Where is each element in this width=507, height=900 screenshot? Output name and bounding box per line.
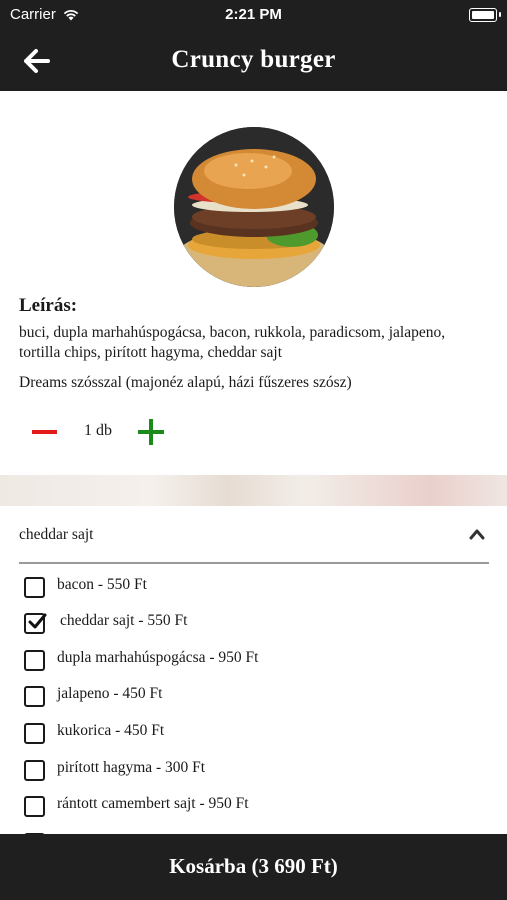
extra-option-label: rántott camembert sajt - 950 Ft: [57, 795, 249, 812]
checkbox[interactable]: [24, 760, 45, 781]
description-text: buci, dupla marhahúspogácsa, bacon, rukk…: [19, 324, 446, 361]
chevron-up-icon: [469, 529, 485, 540]
product-image: [174, 127, 334, 287]
extra-option-label: bacon - 550 Ft: [57, 576, 147, 593]
extra-option-jalapeno[interactable]: jalapeno - 450 Ft: [24, 682, 464, 708]
extras-selected-summary: cheddar sajt: [19, 526, 94, 543]
product-card: Leírás: buci, dupla marhahúspogácsa, bac…: [0, 91, 507, 475]
checkbox[interactable]: [24, 723, 45, 744]
checkbox[interactable]: [24, 577, 45, 598]
extra-option-piritott-hagyma[interactable]: pirított hagyma - 300 Ft: [24, 756, 464, 782]
quantity-stepper: 1 db: [30, 416, 230, 448]
extras-section: cheddar sajt bacon - 550 Ft cheddar sajt…: [0, 506, 507, 836]
decrease-quantity-button[interactable]: [32, 430, 57, 434]
extra-option-kukorica[interactable]: kukorica - 450 Ft: [24, 719, 464, 745]
extras-dropdown-header[interactable]: cheddar sajt: [19, 518, 489, 564]
add-to-cart-button[interactable]: Kosárba (3 690 Ft): [0, 834, 507, 900]
checkbox[interactable]: [24, 650, 45, 671]
extra-option-cheddar[interactable]: cheddar sajt - 550 Ft: [24, 609, 464, 635]
status-time: 2:21 PM: [225, 6, 282, 23]
extra-option-label: cheddar sajt - 550 Ft: [60, 612, 188, 629]
add-to-cart-label: Kosárba (3 690 Ft): [169, 854, 338, 878]
extra-option-label: dupla marhahúspogácsa - 950 Ft: [57, 649, 259, 666]
quantity-value: 1 db: [84, 422, 112, 439]
background-image-strip: [0, 475, 507, 506]
battery-icon: [469, 8, 501, 22]
nav-bar: Cruncy burger: [0, 30, 507, 91]
checkbox[interactable]: [24, 686, 45, 707]
status-bar: Carrier 2:21 PM: [0, 0, 507, 30]
increase-quantity-button[interactable]: [138, 419, 164, 445]
sauce-note: Dreams szósszal (majonéz alapú, házi fűs…: [19, 374, 352, 391]
extra-option-label: jalapeno - 450 Ft: [57, 685, 163, 702]
description-heading: Leírás:: [19, 295, 78, 316]
extra-option-rantott-camembert[interactable]: rántott camembert sajt - 950 Ft: [24, 792, 464, 818]
extra-option-dupla-marha[interactable]: dupla marhahúspogácsa - 950 Ft: [24, 646, 464, 672]
checkmark-icon: [28, 613, 47, 629]
checkbox-checked[interactable]: [24, 613, 47, 634]
extra-option-label: pirított hagyma - 300 Ft: [57, 759, 206, 776]
checkbox[interactable]: [24, 796, 45, 817]
page-title: Cruncy burger: [171, 46, 336, 73]
extra-option-bacon[interactable]: bacon - 550 Ft: [24, 573, 464, 599]
extra-option-label: kukorica - 450 Ft: [57, 722, 165, 739]
